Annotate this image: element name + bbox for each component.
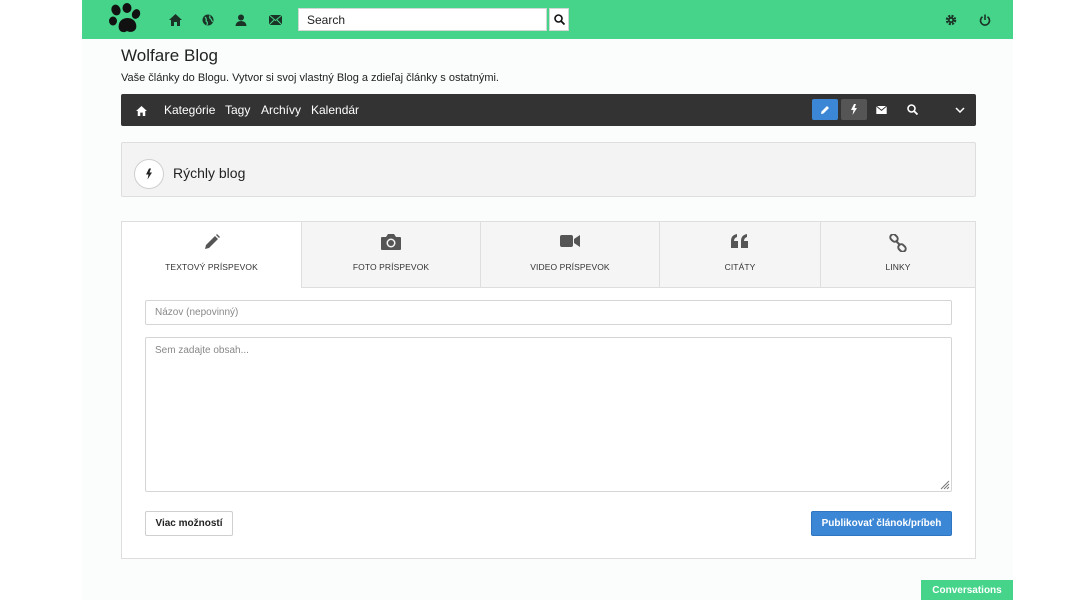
envelope-icon[interactable]: [265, 10, 285, 30]
tab-links[interactable]: LINKY: [820, 222, 975, 288]
link-icon: [889, 234, 907, 252]
globe-icon[interactable]: [198, 10, 218, 30]
search-input[interactable]: [298, 8, 547, 31]
conversations-tab[interactable]: Conversations: [921, 580, 1013, 600]
tab-quotes[interactable]: CITÁTY: [659, 222, 820, 288]
bolt-icon: [851, 104, 857, 115]
bolt-icon: [134, 159, 164, 189]
quote-icon: [731, 234, 748, 248]
chevron-down-icon: [955, 106, 965, 113]
search-icon: [553, 14, 565, 25]
post-composer: TEXTOVÝ PRÍSPEVOK FOTO PRÍSPEVOK VIDEO P…: [121, 221, 976, 559]
power-icon[interactable]: [975, 10, 995, 30]
quick-blog-panel: Rýchly blog: [121, 142, 976, 197]
blog-search-button[interactable]: [899, 99, 925, 120]
resize-handle[interactable]: [940, 480, 950, 490]
post-title-input[interactable]: [145, 300, 952, 325]
publish-button[interactable]: Publikovať článok/príbeh: [811, 511, 952, 536]
tab-label: LINKY: [885, 262, 911, 272]
gear-icon[interactable]: [941, 10, 961, 30]
post-content-textarea[interactable]: [145, 337, 952, 492]
quick-blog-button[interactable]: [841, 99, 867, 120]
quick-blog-title: Rýchly blog: [173, 165, 246, 181]
top-navbar: [82, 0, 1013, 39]
tab-label: VIDEO PRÍSPEVOK: [530, 262, 610, 272]
nav-link-categories[interactable]: Kategórie: [164, 103, 215, 117]
pencil-icon: [821, 105, 829, 114]
messages-button[interactable]: [868, 99, 894, 120]
post-type-tabs: TEXTOVÝ PRÍSPEVOK FOTO PRÍSPEVOK VIDEO P…: [122, 222, 975, 288]
pencil-icon: [204, 234, 220, 249]
paw-logo-icon[interactable]: [108, 3, 142, 35]
blog-description: Vaše články do Blogu. Vytvor si svoj vla…: [121, 72, 499, 84]
home-icon[interactable]: [136, 103, 147, 121]
nav-link-tags[interactable]: Tagy: [225, 103, 250, 117]
search-button[interactable]: [549, 8, 569, 31]
tab-photo-post[interactable]: FOTO PRÍSPEVOK: [301, 222, 480, 288]
search-icon: [906, 104, 918, 115]
blog-navbar: Kategórie Tagy Archívy Kalendár: [121, 94, 976, 126]
nav-dropdown-toggle[interactable]: [947, 99, 973, 120]
tab-label: FOTO PRÍSPEVOK: [352, 262, 430, 272]
more-options-button[interactable]: Viac možností: [145, 511, 233, 536]
tab-label: TEXTOVÝ PRÍSPEVOK: [165, 262, 258, 272]
video-camera-icon: [560, 235, 580, 247]
blog-title: Wolfare Blog: [121, 46, 219, 65]
tab-label: CITÁTY: [724, 262, 756, 272]
envelope-icon: [875, 105, 887, 114]
nav-link-archives[interactable]: Archívy: [261, 103, 301, 117]
home-icon[interactable]: [165, 10, 185, 30]
nav-link-calendar[interactable]: Kalendár: [311, 103, 359, 117]
tab-video-post[interactable]: VIDEO PRÍSPEVOK: [480, 222, 659, 288]
camera-icon: [381, 234, 401, 250]
write-post-button[interactable]: [812, 99, 838, 120]
tab-text-post[interactable]: TEXTOVÝ PRÍSPEVOK: [122, 222, 301, 288]
user-icon[interactable]: [231, 10, 251, 30]
